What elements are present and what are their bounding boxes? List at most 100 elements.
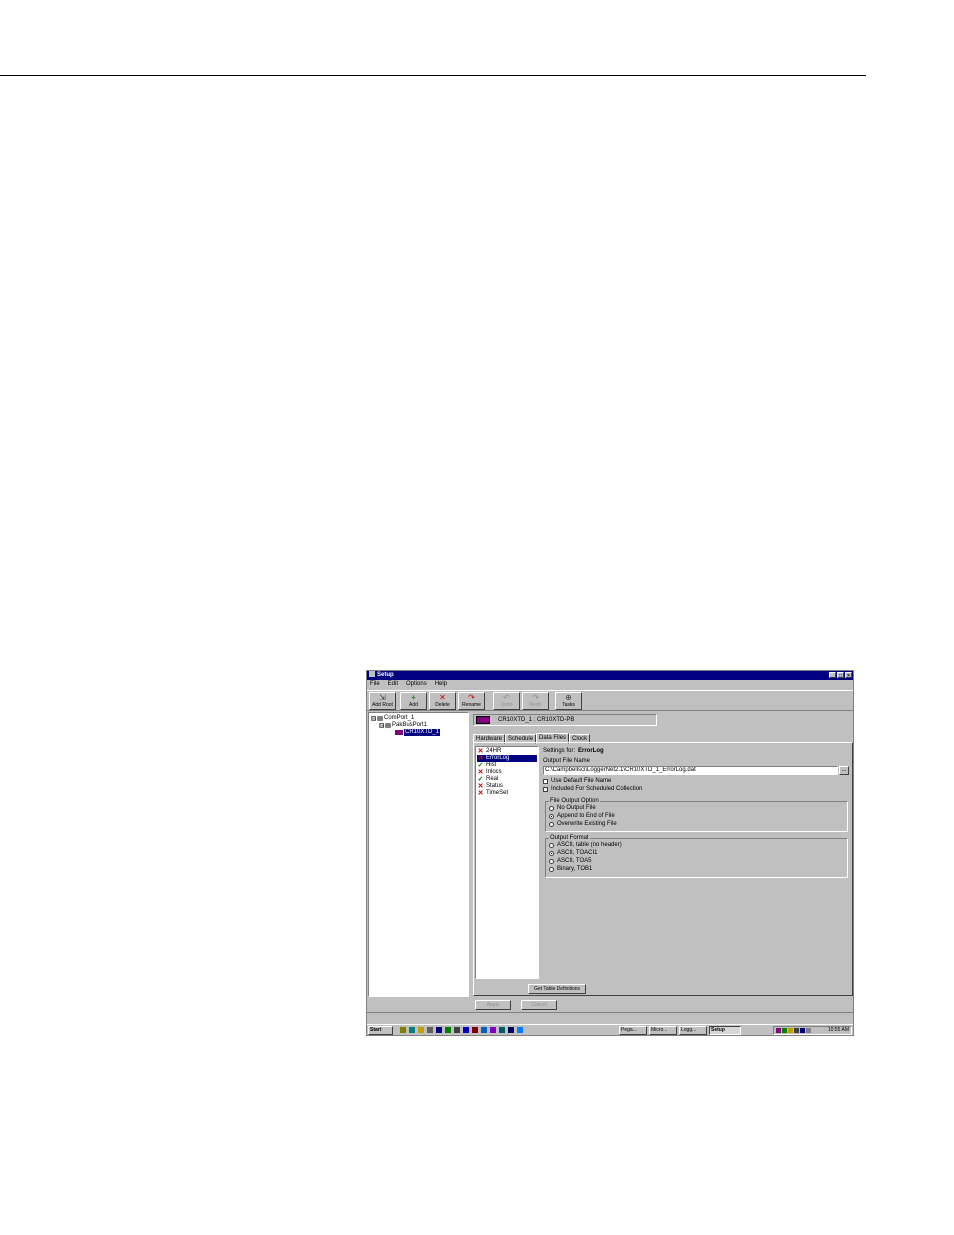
device-settings-pane: CR10XTD_1 : CR10XTD-PB Hardware Schedule… bbox=[471, 712, 853, 997]
list-item[interactable]: ✕ TimeSet bbox=[477, 790, 509, 797]
radio-ascii-toa5[interactable]: ASCII, TOA5 bbox=[549, 858, 591, 865]
radio-label: Append to End of File bbox=[557, 813, 615, 819]
quicklaunch-icon[interactable] bbox=[400, 1027, 406, 1033]
checkbox-box bbox=[543, 779, 548, 784]
tree-node-label: PakBusPort1 bbox=[392, 722, 428, 728]
list-item[interactable]: ✓ Real bbox=[477, 776, 499, 783]
radio-append-to-end[interactable]: Append to End of File bbox=[549, 813, 615, 820]
redo-button[interactable]: ↷ Redo bbox=[522, 692, 549, 710]
rename-button[interactable]: ↷ Rename bbox=[458, 692, 485, 710]
tasks-button[interactable]: ⊕ Tasks bbox=[555, 692, 582, 710]
list-item[interactable]: ✕ Status bbox=[477, 783, 503, 790]
checkbox-box bbox=[543, 787, 548, 792]
radio-label: No Output File bbox=[557, 805, 596, 811]
collapse-icon[interactable]: ⊟ bbox=[379, 723, 384, 729]
list-item[interactable]: ✕ 24HR bbox=[477, 748, 502, 755]
minimize-button[interactable]: _ bbox=[829, 672, 836, 679]
tree-node-comport[interactable]: ⊟ ComPort_1 bbox=[371, 715, 414, 722]
group-title: File Output Option bbox=[549, 798, 600, 805]
tab-strip: Hardware Schedule Data Files Clock bbox=[473, 733, 591, 744]
output-file-name-input[interactable]: C:\Campbellsci\LoggerNet2.1\CR10XTD_1_Er… bbox=[543, 766, 838, 775]
output-file-name-label: Output File Name bbox=[543, 758, 591, 764]
menu-options[interactable]: Options bbox=[406, 680, 427, 689]
not-collected-icon: ✕ bbox=[477, 783, 484, 790]
radio-binary-tob1[interactable]: Binary, TOB1 bbox=[549, 866, 592, 873]
undo-button[interactable]: ↶ Undo bbox=[493, 692, 520, 710]
group-title: Output Format bbox=[549, 835, 590, 842]
radio-ascii-toaci1[interactable]: ASCII, TOACI1 bbox=[549, 850, 597, 857]
quicklaunch-icon[interactable] bbox=[499, 1027, 505, 1033]
delete-label: Delete bbox=[435, 702, 450, 708]
cancel-button[interactable]: Cancel bbox=[521, 1000, 557, 1010]
apply-button[interactable]: Apply bbox=[475, 1000, 511, 1010]
start-button[interactable]: Start bbox=[368, 1026, 393, 1035]
taskbar: Start Pega... Micro... Logg... Setup 10:… bbox=[367, 1024, 853, 1035]
get-table-definitions-button[interactable]: Get Table Definitions bbox=[528, 984, 586, 994]
browse-button[interactable]: ... bbox=[839, 766, 849, 775]
menu-bar: File Edit Options Help bbox=[367, 680, 853, 689]
quicklaunch-icon[interactable] bbox=[454, 1027, 460, 1033]
title-bar: Setup _ □ × bbox=[367, 671, 853, 680]
close-button[interactable]: × bbox=[845, 672, 852, 679]
table-settings: Settings for: ErrorLog Output File Name … bbox=[541, 746, 851, 979]
radio-label: Binary, TOB1 bbox=[557, 866, 593, 872]
table-list: ✕ 24HR ✕ ErrorLog ✓ Hist ✕ Inlocs ✓ Real… bbox=[475, 746, 539, 979]
not-collected-icon: ✕ bbox=[477, 790, 484, 797]
table-name: ErrorLog bbox=[486, 755, 510, 761]
clock[interactable]: 10:55 AM bbox=[828, 1027, 849, 1033]
quicklaunch-icon[interactable] bbox=[481, 1027, 487, 1033]
quicklaunch-icon[interactable] bbox=[427, 1027, 433, 1033]
list-item[interactable]: ✕ ErrorLog bbox=[477, 755, 537, 762]
add-button[interactable]: + Add bbox=[400, 692, 427, 710]
collapse-icon[interactable]: ⊟ bbox=[371, 716, 376, 722]
quicklaunch-icon[interactable] bbox=[517, 1027, 523, 1033]
table-name: Status bbox=[486, 783, 504, 789]
add-root-icon: ⇲ bbox=[379, 693, 386, 702]
quicklaunch-icon[interactable] bbox=[418, 1027, 424, 1033]
menu-help[interactable]: Help bbox=[435, 680, 447, 689]
device-name: CR10XTD_1 : CR10XTD-PB bbox=[498, 717, 575, 723]
list-item[interactable]: ✓ Hist bbox=[477, 762, 497, 769]
settings-for-value: ErrorLog bbox=[578, 748, 604, 754]
radio-no-output-file[interactable]: No Output File bbox=[549, 805, 596, 812]
tree-node-pakbusport[interactable]: ⊟ PakBusPort1 bbox=[379, 722, 427, 729]
menu-file[interactable]: File bbox=[370, 680, 380, 689]
tray-icon[interactable] bbox=[794, 1028, 799, 1033]
quicklaunch-icon[interactable] bbox=[445, 1027, 451, 1033]
quicklaunch-icon[interactable] bbox=[508, 1027, 514, 1033]
file-output-option-group: File Output Option No Output File Append… bbox=[545, 798, 848, 832]
quicklaunch-icon[interactable] bbox=[436, 1027, 442, 1033]
use-default-file-name-checkbox[interactable]: Use Default File Name bbox=[543, 778, 611, 785]
not-collected-icon: ✕ bbox=[477, 748, 484, 755]
taskbar-item-logg[interactable]: Logg... bbox=[679, 1026, 707, 1035]
tray-icon[interactable] bbox=[776, 1028, 781, 1033]
radio-label: ASCII, TOACI1 bbox=[557, 850, 598, 856]
tree-node-datalogger[interactable]: CR10XTD_1 bbox=[395, 729, 441, 736]
data-files-panel: ✕ 24HR ✕ ErrorLog ✓ Hist ✕ Inlocs ✓ Real… bbox=[473, 742, 853, 996]
taskbar-item-micro[interactable]: Micro... bbox=[649, 1026, 677, 1035]
delete-button[interactable]: ✕ Delete bbox=[429, 692, 456, 710]
taskbar-item-setup[interactable]: Setup bbox=[709, 1026, 741, 1035]
menu-edit[interactable]: Edit bbox=[388, 680, 398, 689]
tree-node-label: CR10XTD_1 bbox=[404, 729, 441, 736]
quicklaunch-icon[interactable] bbox=[463, 1027, 469, 1033]
taskbar-item-pega[interactable]: Pega... bbox=[619, 1026, 647, 1035]
tray-icon[interactable] bbox=[800, 1028, 805, 1033]
tray-icon[interactable] bbox=[788, 1028, 793, 1033]
radio-ascii-table-no-header[interactable]: ASCII, table (no header) bbox=[549, 842, 622, 849]
quicklaunch-icon[interactable] bbox=[490, 1027, 496, 1033]
quicklaunch-icon[interactable] bbox=[472, 1027, 478, 1033]
quicklaunch-icon[interactable] bbox=[409, 1027, 415, 1033]
tray-icon[interactable] bbox=[806, 1028, 811, 1033]
add-root-button[interactable]: ⇲ Add Root bbox=[369, 692, 396, 710]
included-scheduled-collection-checkbox[interactable]: Included For Scheduled Collection bbox=[543, 786, 642, 793]
list-item[interactable]: ✕ Inlocs bbox=[477, 769, 502, 776]
delete-icon: ✕ bbox=[439, 693, 446, 702]
rename-label: Rename bbox=[462, 702, 481, 708]
radio-circle bbox=[549, 859, 554, 864]
maximize-button[interactable]: □ bbox=[837, 672, 844, 679]
tray-icon[interactable] bbox=[782, 1028, 787, 1033]
radio-overwrite-existing[interactable]: Overwrite Existing File bbox=[549, 821, 617, 828]
tasks-label: Tasks bbox=[562, 702, 575, 708]
redo-icon: ↷ bbox=[532, 693, 539, 702]
